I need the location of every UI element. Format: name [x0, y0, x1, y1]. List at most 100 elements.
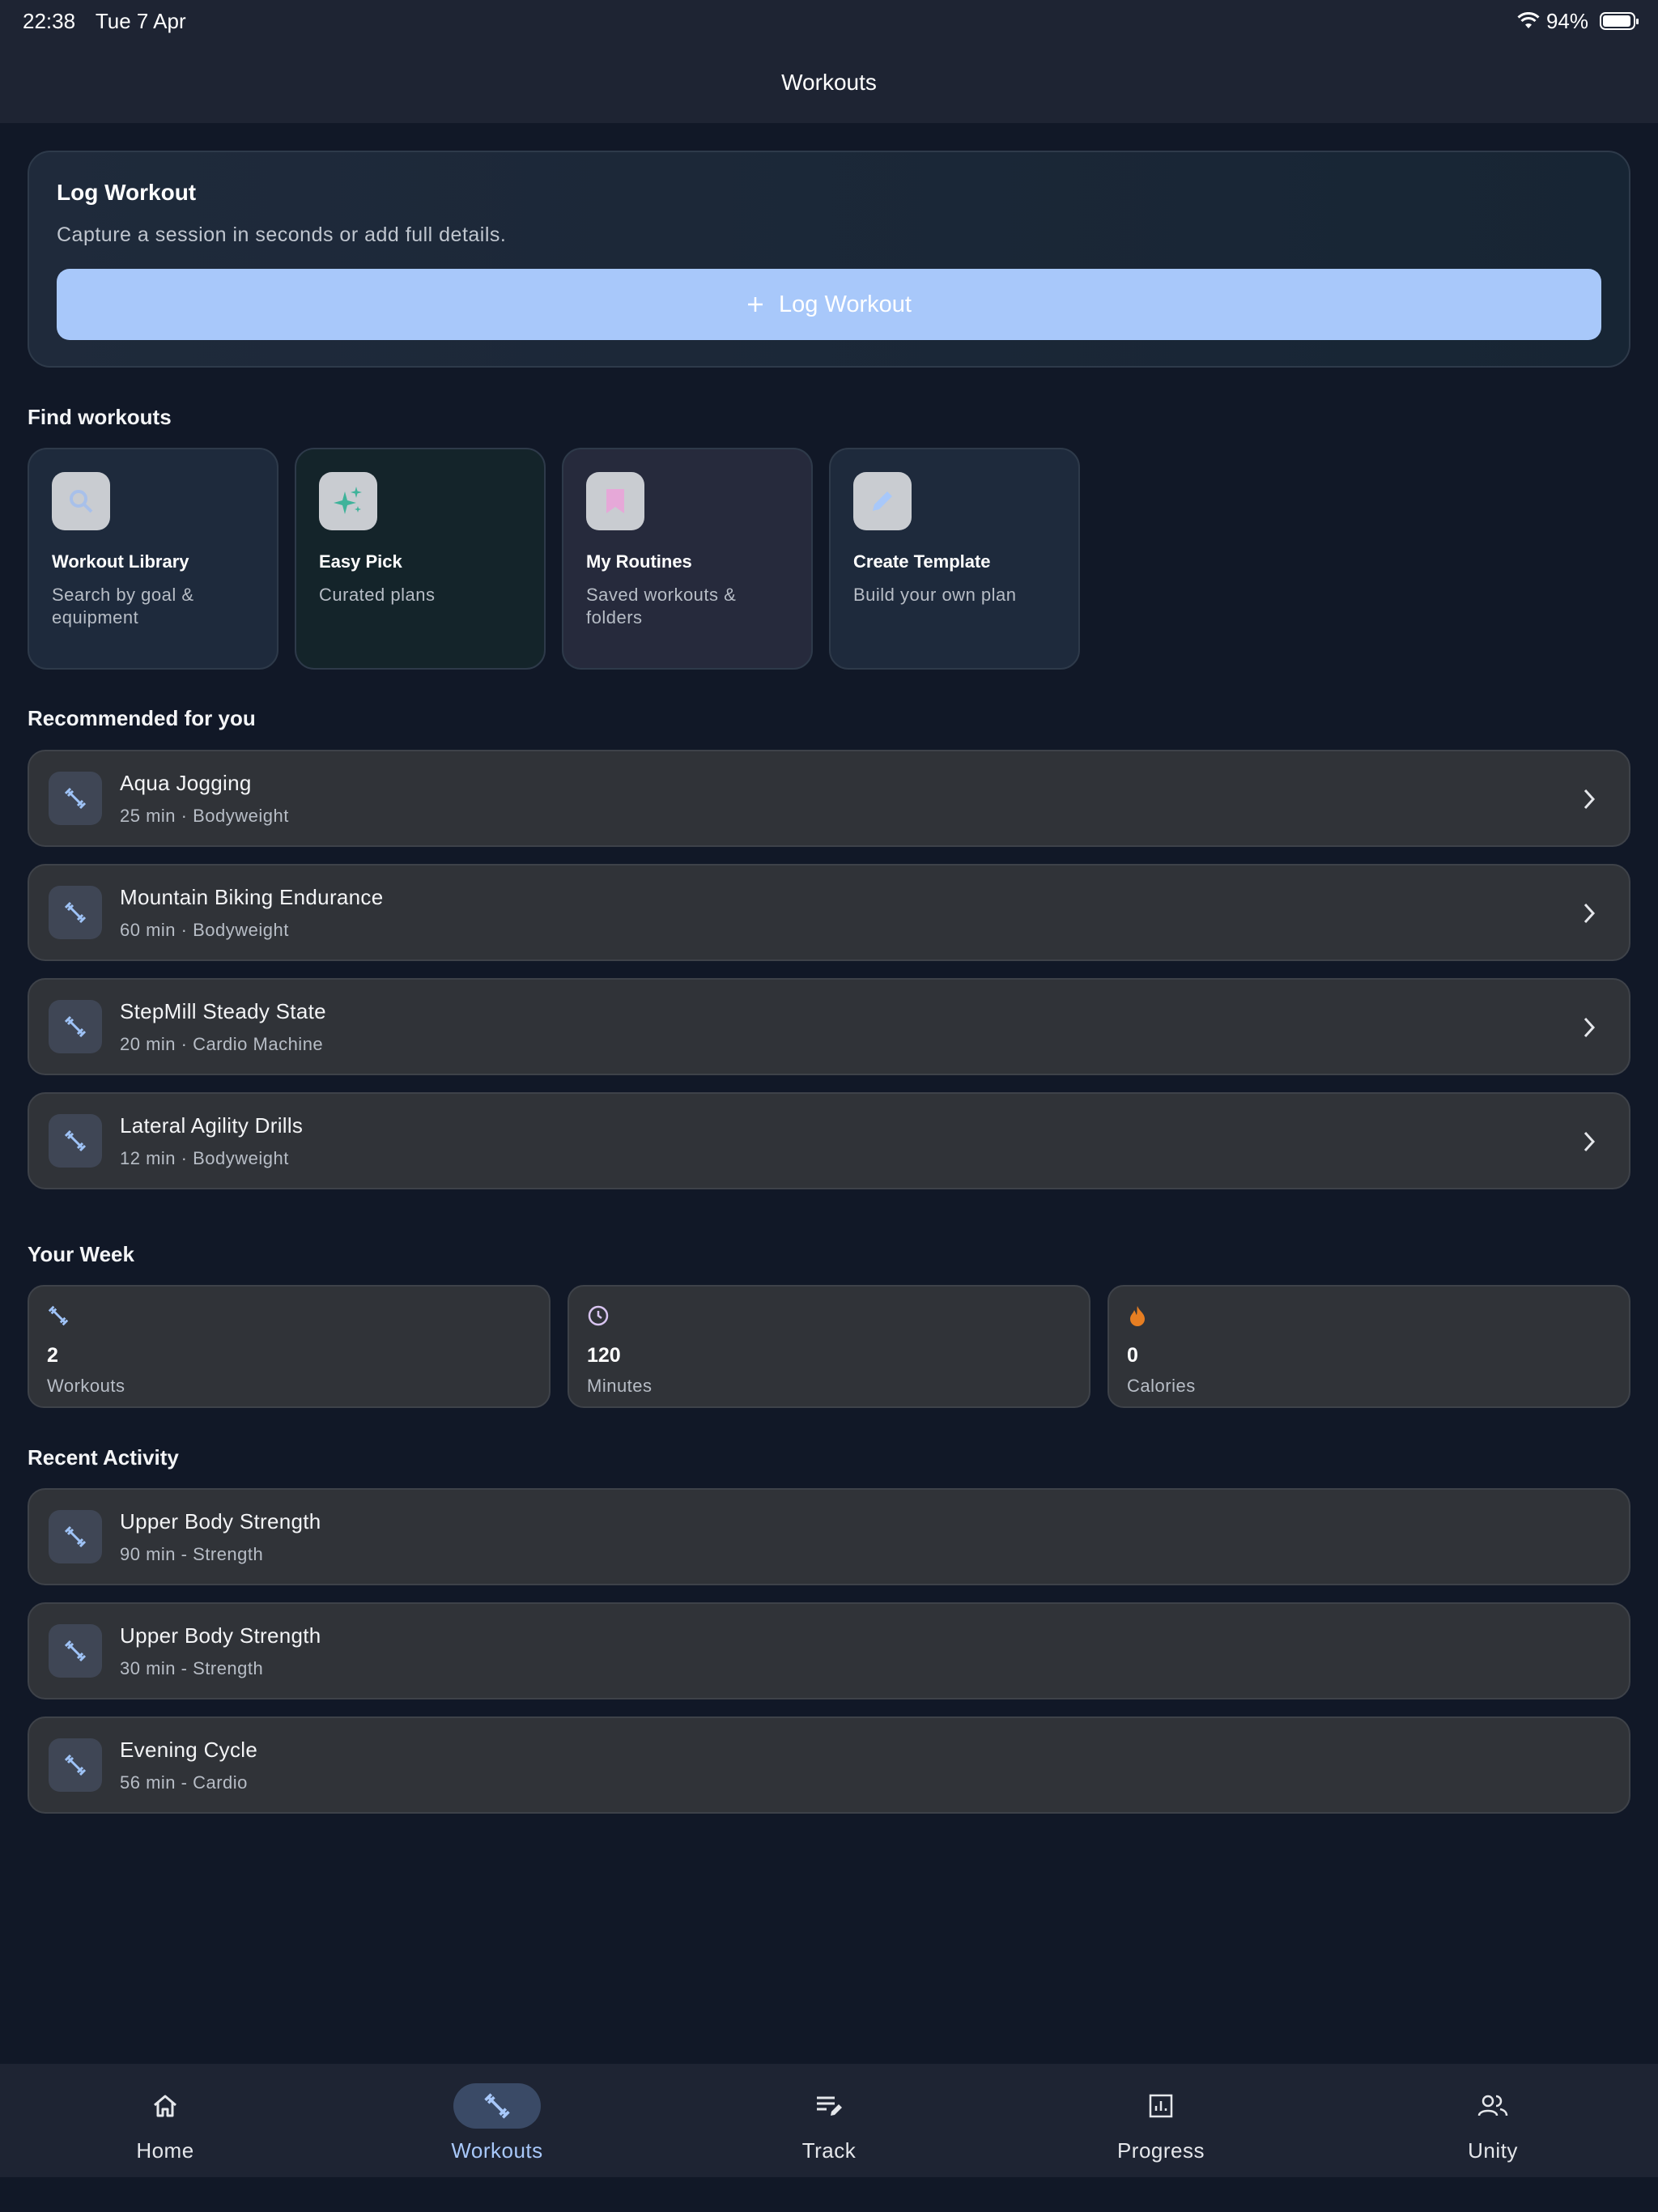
stat-card-workouts: 2 Workouts — [28, 1285, 551, 1408]
recent-item[interactable]: Upper Body Strength 30 min - Strength — [28, 1602, 1630, 1699]
workout-name: StepMill Steady State — [120, 998, 326, 1023]
workout-meta: 25 min · Bodyweight — [120, 805, 289, 826]
find-card-icon-box — [586, 472, 644, 530]
workout-icon-box — [49, 772, 102, 825]
find-card-create-template[interactable]: Create Template Build your own plan — [829, 448, 1080, 670]
tab-icon-wrap — [1117, 2083, 1205, 2129]
dumbbell-icon — [48, 1305, 69, 1326]
workout-meta: 60 min · Bodyweight — [120, 919, 289, 940]
workout-icon-box — [49, 1738, 102, 1792]
dumbbell-icon — [64, 787, 87, 810]
tab-label: Unity — [1468, 2138, 1518, 2163]
status-bar: 22:38 Tue 7 Apr 94% — [0, 0, 1658, 42]
chevron-right-icon — [1584, 789, 1596, 810]
people-icon — [1477, 2095, 1508, 2116]
recent-item[interactable]: Upper Body Strength 90 min - Strength — [28, 1488, 1630, 1585]
recommended-item[interactable]: Mountain Biking Endurance 60 min · Bodyw… — [28, 864, 1630, 961]
chart-icon — [1149, 2094, 1173, 2118]
status-right: 94% — [1517, 8, 1639, 34]
recommended-item[interactable]: Aqua Jogging 25 min · Bodyweight — [28, 750, 1630, 847]
workout-icon-box — [49, 1510, 102, 1563]
plus-icon — [748, 297, 763, 312]
tab-home[interactable]: Home — [44, 2064, 287, 2177]
chevron-right-icon — [1584, 1017, 1596, 1038]
tab-track[interactable]: Track — [708, 2064, 950, 2177]
tab-unity[interactable]: Unity — [1371, 2064, 1614, 2177]
find-workouts-title: Find workouts — [28, 405, 172, 429]
find-card-title: Workout Library — [52, 551, 189, 572]
your-week-title: Your Week — [28, 1242, 134, 1266]
activity-meta: 90 min - Strength — [120, 1543, 264, 1564]
workout-icon-box — [49, 1000, 102, 1053]
dumbbell-icon — [64, 1015, 87, 1038]
workout-icon-box — [49, 1114, 102, 1168]
find-card-desc: Build your own plan — [853, 585, 1017, 605]
workout-icon-box — [49, 886, 102, 939]
find-card-workout-library[interactable]: Workout Library Search by goal & equipme… — [28, 448, 278, 670]
clock-icon — [588, 1305, 609, 1326]
page-header: Workouts — [0, 42, 1658, 123]
log-workout-button-label: Log Workout — [779, 291, 912, 317]
log-workout-button[interactable]: Log Workout — [57, 269, 1601, 340]
stat-label: Minutes — [587, 1376, 653, 1396]
activity-meta: 56 min - Cardio — [120, 1772, 248, 1793]
battery-percent: 94% — [1545, 8, 1588, 33]
stat-label: Calories — [1127, 1376, 1196, 1396]
log-card-title: Log Workout — [57, 180, 197, 205]
battery-icon — [1600, 12, 1639, 30]
bookmark-icon — [606, 489, 624, 513]
pencil-icon — [873, 491, 892, 511]
tab-label: Progress — [1116, 2138, 1205, 2163]
stat-value: 0 — [1127, 1344, 1138, 1367]
dumbbell-icon — [64, 1754, 87, 1776]
find-card-desc: Saved workouts & folders — [586, 585, 737, 627]
tab-workouts[interactable]: Workouts — [376, 2064, 619, 2177]
tab-label: Home — [136, 2138, 194, 2163]
find-card-icon-box — [319, 472, 377, 530]
find-card-icon-box — [52, 472, 110, 530]
find-card-my-routines[interactable]: My Routines Saved workouts & folders — [562, 448, 813, 670]
dumbbell-icon — [64, 901, 87, 924]
recommended-item[interactable]: StepMill Steady State 20 min · Cardio Ma… — [28, 978, 1630, 1075]
chevron-right-icon — [1584, 903, 1596, 924]
recommended-item[interactable]: Lateral Agility Drills 12 min · Bodyweig… — [28, 1092, 1630, 1189]
bottom-tab-bar: Home Workouts Track Progress Unity — [0, 2064, 1658, 2177]
search-icon — [70, 490, 93, 513]
status-date: Tue 7 Apr — [95, 8, 186, 33]
find-card-desc: Curated plans — [319, 585, 436, 605]
tab-icon-wrap — [121, 2083, 209, 2129]
find-card-title: Easy Pick — [319, 551, 402, 572]
log-workout-card: Log Workout Capture a session in seconds… — [28, 151, 1630, 368]
dumbbell-icon — [64, 1129, 87, 1152]
activity-meta: 30 min - Strength — [120, 1657, 264, 1678]
activity-name: Evening Cycle — [120, 1737, 258, 1762]
workout-icon-box — [49, 1624, 102, 1678]
home-indicator-strip — [0, 2177, 1658, 2212]
activity-name: Upper Body Strength — [120, 1508, 321, 1534]
workout-meta: 20 min · Cardio Machine — [120, 1033, 324, 1054]
stat-value: 2 — [47, 1344, 58, 1367]
find-card-easy-pick[interactable]: Easy Pick Curated plans — [295, 448, 546, 670]
dumbbell-icon — [484, 2093, 510, 2119]
sparkles-icon — [334, 487, 362, 514]
chevron-right-icon — [1584, 1131, 1596, 1152]
recent-activity-title: Recent Activity — [28, 1445, 179, 1470]
dumbbell-icon — [64, 1640, 87, 1662]
track-icon — [817, 2096, 842, 2116]
find-card-icon-box — [853, 472, 912, 530]
stat-card-minutes: 120 Minutes — [568, 1285, 1090, 1408]
activity-name: Upper Body Strength — [120, 1623, 321, 1648]
status-left: 22:38 Tue 7 Apr — [23, 9, 201, 34]
tab-icon-wrap — [453, 2083, 541, 2129]
tab-progress[interactable]: Progress — [1039, 2064, 1282, 2177]
recent-item[interactable]: Evening Cycle 56 min - Cardio — [28, 1716, 1630, 1814]
stat-card-calories: 0 Calories — [1107, 1285, 1630, 1408]
home-icon — [154, 2095, 176, 2117]
wifi-icon — [1517, 12, 1540, 28]
workout-name: Aqua Jogging — [120, 770, 252, 795]
find-card-desc: Search by goal & equipment — [52, 585, 194, 627]
stat-label: Workouts — [47, 1376, 125, 1396]
workout-name: Mountain Biking Endurance — [120, 884, 384, 909]
tab-label: Track — [801, 2138, 857, 2163]
dumbbell-icon — [64, 1525, 87, 1548]
